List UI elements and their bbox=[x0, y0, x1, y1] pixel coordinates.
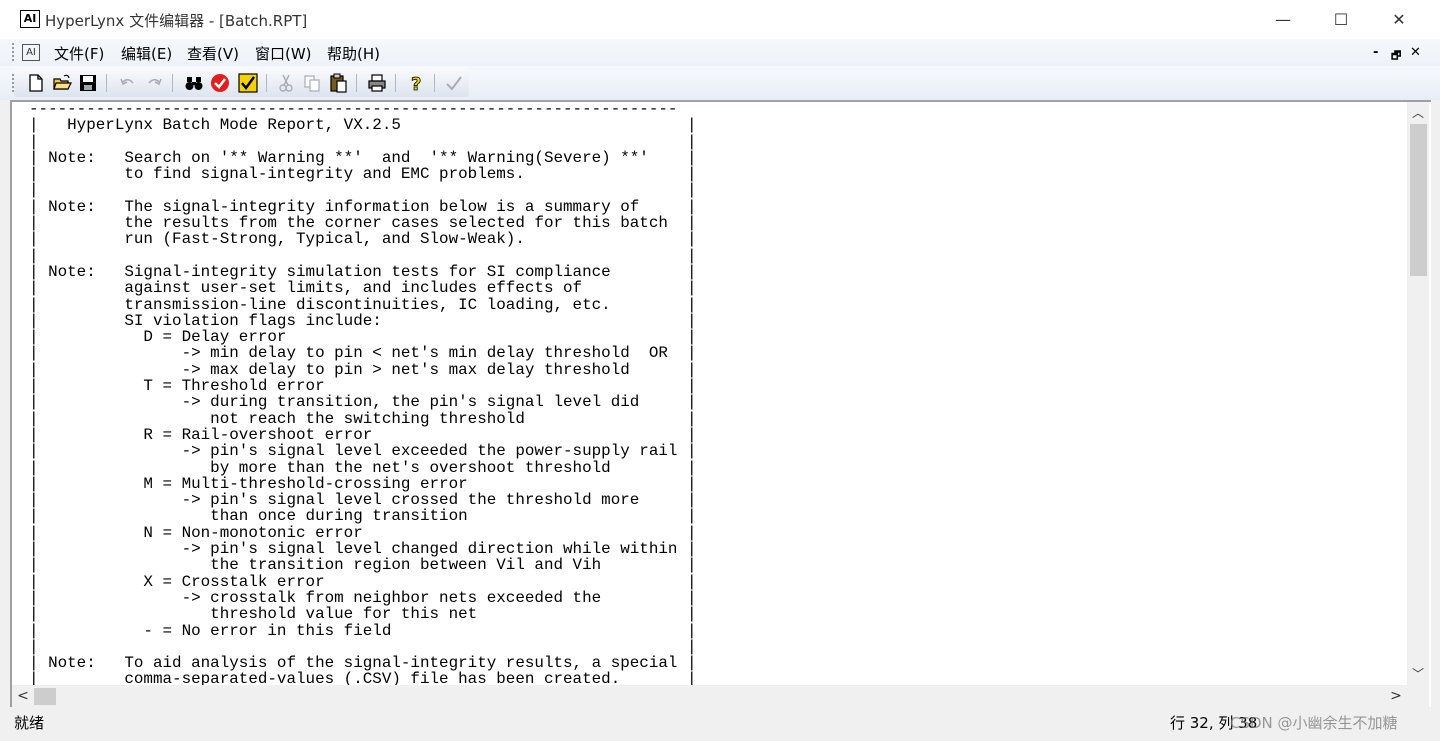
horizontal-scrollbar[interactable]: < > bbox=[12, 685, 1407, 707]
toolbar-separator bbox=[356, 74, 357, 92]
menu-edit[interactable]: 编辑(E) bbox=[121, 43, 172, 64]
maximize-button[interactable]: ☐ bbox=[1312, 0, 1370, 39]
open-folder-icon[interactable] bbox=[52, 73, 72, 93]
check-icon[interactable] bbox=[210, 73, 230, 93]
editor-line[interactable]: | -> during transition, the pin's signal… bbox=[29, 393, 697, 411]
editor-line[interactable]: | -> pin's signal level crossed the thre… bbox=[29, 491, 697, 509]
menubar-grip[interactable] bbox=[12, 43, 17, 61]
title-bar: AI HyperLynx 文件编辑器 - [Batch.RPT] — ☐ ✕ bbox=[0, 0, 1440, 39]
editor-line[interactable]: | threshold value for this net | bbox=[29, 605, 697, 623]
editor-line[interactable]: | D = Delay error | bbox=[29, 328, 697, 346]
cut-icon[interactable] bbox=[276, 73, 296, 93]
mdi-close-button[interactable]: ✕ bbox=[1410, 45, 1421, 60]
editor-line[interactable]: | R = Rail-overshoot error | bbox=[29, 426, 697, 444]
report-text[interactable]: ----------------------------------------… bbox=[29, 102, 697, 685]
app-icon[interactable]: AI bbox=[20, 10, 40, 28]
save-icon[interactable] bbox=[78, 73, 98, 93]
editor-line[interactable]: | to find signal-integrity and EMC probl… bbox=[29, 165, 697, 183]
editor-line[interactable]: | run (Fast-Strong, Typical, and Slow-We… bbox=[29, 230, 697, 248]
editor-line[interactable]: | -> min delay to pin < net's min delay … bbox=[29, 344, 697, 362]
select-check-icon[interactable] bbox=[238, 73, 258, 93]
text-editor[interactable]: ----------------------------------------… bbox=[12, 102, 1407, 685]
window-title: HyperLynx 文件编辑器 - [Batch.RPT] bbox=[45, 12, 308, 30]
watermark-text: CSDN @小幽余生不加糖 bbox=[1230, 714, 1398, 732]
toolbar-separator bbox=[266, 74, 267, 92]
editor-line[interactable]: | | bbox=[29, 247, 697, 265]
toolbar-separator bbox=[172, 74, 173, 92]
editor-line[interactable]: | transmission-line discontinuities, IC … bbox=[29, 296, 697, 314]
editor-line[interactable]: | comma-separated-values (.CSV) file has… bbox=[29, 670, 697, 685]
editor-line[interactable]: | N = Non-monotonic error | bbox=[29, 524, 697, 542]
menu-help[interactable]: 帮助(H) bbox=[327, 43, 380, 64]
status-bar: 就绪 行 32, 列 38 CSDN @小幽余生不加糖 bbox=[0, 707, 1440, 741]
find-binoculars-icon[interactable] bbox=[184, 73, 204, 93]
editor-line[interactable]: | - = No error in this field | bbox=[29, 622, 697, 640]
mdi-restore-button[interactable]: 🗗 bbox=[1391, 47, 1401, 66]
print-icon[interactable] bbox=[367, 73, 387, 93]
editor-line[interactable]: | Note: Signal-integrity simulation test… bbox=[29, 263, 697, 281]
minimize-button[interactable]: — bbox=[1254, 0, 1312, 39]
editor-line[interactable]: | by more than the net's overshoot thres… bbox=[29, 459, 697, 477]
editor-line[interactable]: | against user-set limits, and includes … bbox=[29, 279, 697, 297]
redo-icon[interactable] bbox=[144, 73, 164, 93]
editor-line[interactable]: | -> pin's signal level changed directio… bbox=[29, 540, 697, 558]
editor-line[interactable]: | Note: To aid analysis of the signal-in… bbox=[29, 654, 697, 672]
scroll-up-arrow-icon[interactable]: ︿ bbox=[1407, 102, 1429, 124]
editor-line[interactable]: | -> crosstalk from neighbor nets exceed… bbox=[29, 589, 697, 607]
menu-bar: AI 文件(F) 编辑(E) 查看(V) 窗口(W) 帮助(H) - 🗗 ✕ bbox=[0, 39, 1440, 66]
editor-line[interactable]: | X = Crosstalk error | bbox=[29, 573, 697, 591]
editor-line[interactable]: | the transition region between Vil and … bbox=[29, 556, 697, 574]
status-text: 就绪 bbox=[14, 714, 45, 732]
editor-line[interactable]: | | bbox=[29, 181, 697, 199]
editor-line[interactable]: | SI violation flags include: | bbox=[29, 312, 697, 330]
menu-window[interactable]: 窗口(W) bbox=[255, 43, 312, 64]
scroll-left-arrow-icon[interactable]: < bbox=[12, 685, 34, 707]
toolbar-separator bbox=[434, 74, 435, 92]
mdi-minimize-button[interactable]: - bbox=[1373, 45, 1378, 60]
editor-line[interactable]: | the results from the corner cases sele… bbox=[29, 214, 697, 232]
horizontal-scroll-thumb[interactable] bbox=[34, 688, 56, 705]
copy-icon[interactable] bbox=[302, 73, 322, 93]
menu-file[interactable]: 文件(F) bbox=[54, 43, 104, 64]
editor-line[interactable]: | | bbox=[29, 133, 697, 151]
toolbar: ? bbox=[0, 66, 1440, 100]
editor-line[interactable]: | than once during transition | bbox=[29, 507, 697, 525]
editor-line[interactable]: | not reach the switching threshold | bbox=[29, 410, 697, 428]
menu-view[interactable]: 查看(V) bbox=[187, 43, 239, 64]
scroll-down-arrow-icon[interactable]: ﹀ bbox=[1407, 663, 1429, 685]
scrollbar-corner bbox=[1407, 685, 1429, 707]
vertical-scroll-thumb[interactable] bbox=[1410, 124, 1427, 276]
editor-line[interactable]: | M = Multi-threshold-crossing error | bbox=[29, 475, 697, 493]
mdi-client: ----------------------------------------… bbox=[10, 100, 1431, 707]
editor-line[interactable]: | | bbox=[29, 638, 697, 656]
editor-line[interactable]: | Note: The signal-integrity information… bbox=[29, 198, 697, 216]
new-file-icon[interactable] bbox=[26, 73, 46, 93]
undo-icon[interactable] bbox=[118, 73, 138, 93]
svg-text:?: ? bbox=[411, 74, 421, 93]
editor-line[interactable]: | HyperLynx Batch Mode Report, VX.2.5 | bbox=[29, 116, 697, 134]
toolbar-strip: ? bbox=[14, 67, 469, 97]
scroll-right-arrow-icon[interactable]: > bbox=[1385, 685, 1407, 707]
help-question-icon[interactable]: ? bbox=[406, 73, 426, 96]
paste-icon[interactable] bbox=[328, 73, 348, 93]
close-button[interactable]: ✕ bbox=[1370, 0, 1428, 39]
toolbar-separator bbox=[106, 74, 107, 92]
confirm-check-icon[interactable] bbox=[444, 73, 464, 93]
document-icon[interactable]: AI bbox=[22, 44, 40, 61]
editor-line[interactable]: | -> pin's signal level exceeded the pow… bbox=[29, 442, 697, 460]
editor-line[interactable]: | Note: Search on '** Warning **' and '*… bbox=[29, 149, 697, 167]
toolbar-separator bbox=[395, 74, 396, 92]
editor-line[interactable]: | T = Threshold error | bbox=[29, 377, 697, 395]
vertical-scrollbar[interactable]: ︿ ﹀ bbox=[1407, 102, 1429, 685]
editor-line[interactable]: | -> max delay to pin > net's max delay … bbox=[29, 361, 697, 379]
